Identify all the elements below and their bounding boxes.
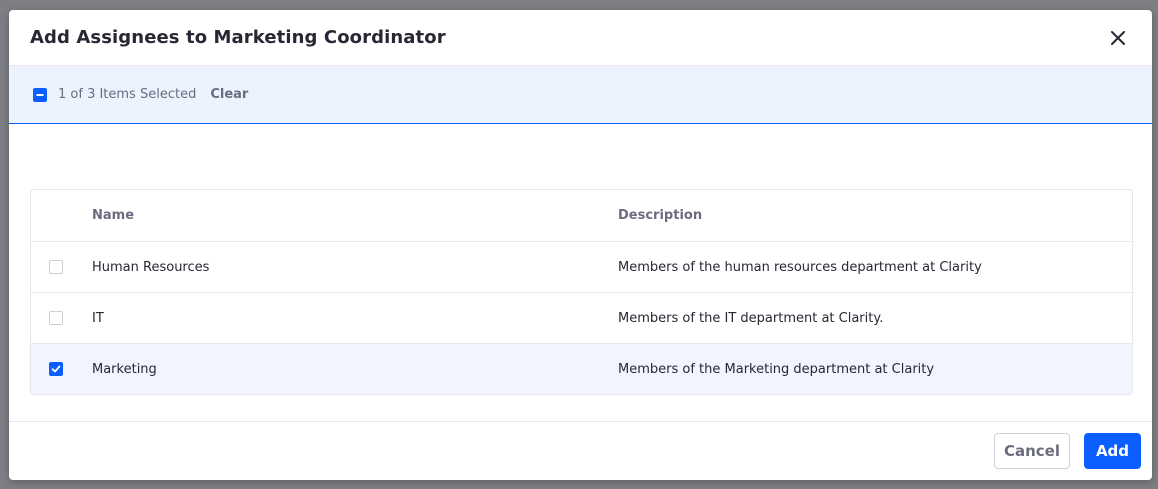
row-checkbox[interactable]: [49, 311, 63, 325]
close-button[interactable]: [1104, 24, 1132, 52]
table-row[interactable]: Marketing Members of the Marketing depar…: [31, 343, 1132, 394]
column-header-name: Name: [92, 208, 135, 223]
table-row[interactable]: IT Members of the IT department at Clari…: [31, 292, 1132, 343]
row-checkbox[interactable]: [49, 362, 63, 376]
clear-selection-button[interactable]: Clear: [210, 87, 248, 102]
row-description: Members of the IT department at Clarity.: [618, 310, 884, 326]
assignee-table: Name Description Human Resources Members…: [30, 189, 1133, 395]
cancel-button[interactable]: Cancel: [994, 433, 1070, 469]
modal-body: Name Description Human Resources Members…: [9, 124, 1152, 420]
table-row[interactable]: Human Resources Members of the human res…: [31, 241, 1132, 292]
modal-footer: Cancel Add: [9, 421, 1152, 480]
select-all-checkbox[interactable]: [33, 87, 47, 102]
check-icon: [51, 365, 61, 373]
row-description: Members of the human resources departmen…: [618, 259, 982, 275]
modal-header: Add Assignees to Marketing Coordinator: [9, 10, 1152, 66]
selection-status: 1 of 3 Items Selected: [58, 87, 197, 102]
row-name: Marketing: [92, 361, 157, 377]
row-name: Human Resources: [92, 259, 210, 275]
close-icon: [1111, 30, 1125, 45]
column-header-description: Description: [618, 208, 703, 223]
assignee-modal: Add Assignees to Marketing Coordinator 1…: [9, 10, 1152, 480]
management-bar: 1 of 3 Items Selected Clear: [9, 66, 1152, 124]
row-name: IT: [92, 310, 104, 326]
modal-title: Add Assignees to Marketing Coordinator: [30, 27, 446, 48]
table-header-row: Name Description: [31, 190, 1132, 241]
minus-icon: [36, 93, 44, 96]
row-description: Members of the Marketing department at C…: [618, 361, 935, 377]
row-checkbox[interactable]: [49, 260, 63, 274]
add-button[interactable]: Add: [1084, 433, 1141, 469]
